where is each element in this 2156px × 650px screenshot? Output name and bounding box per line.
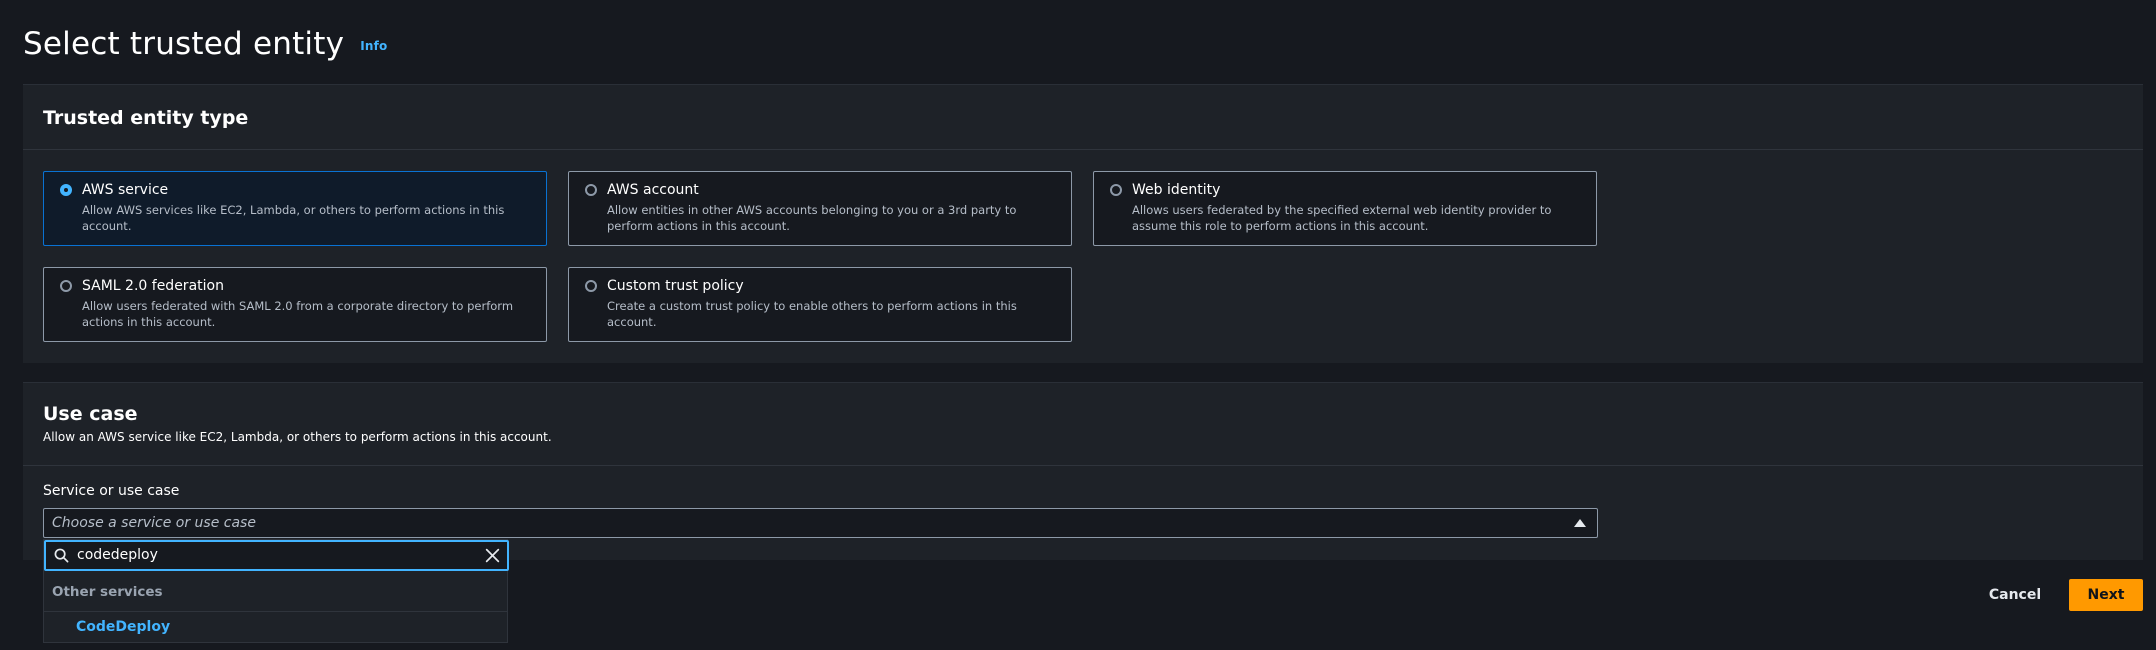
tile-description: Allow entities in other AWS accounts bel…	[607, 203, 1017, 233]
option-label: CodeDeploy	[76, 619, 171, 635]
radio-saml-federation[interactable]	[60, 280, 72, 292]
trusted-entity-panel: Trusted entity type AWS service Allow AW…	[23, 84, 2143, 363]
use-case-description: Allow an AWS service like EC2, Lambda, o…	[43, 430, 552, 444]
use-case-heading: Use case	[43, 403, 138, 425]
dropdown-option-codedeploy[interactable]: CodeDeploy	[44, 612, 507, 643]
trusted-entity-heading: Trusted entity type	[43, 107, 249, 129]
service-dropdown: codedeploy Other services CodeDeploy	[43, 539, 509, 643]
tile-description: Allow AWS services like EC2, Lambda, or …	[82, 203, 505, 233]
service-select[interactable]: Choose a service or use case	[43, 508, 1598, 538]
dropdown-group-label: Other services	[52, 584, 163, 600]
cancel-button[interactable]: Cancel	[1983, 579, 2047, 611]
tile-saml-federation[interactable]: SAML 2.0 federation Allow users federate…	[43, 267, 547, 342]
page-title: Select trusted entity Info	[23, 26, 387, 62]
tile-description: Create a custom trust policy to enable o…	[607, 299, 1017, 329]
tile-title: Web identity	[1132, 182, 1221, 198]
radio-web-identity[interactable]	[1110, 184, 1122, 196]
tile-description: Allow users federated with SAML 2.0 from…	[82, 299, 514, 329]
search-value: codedeploy	[77, 547, 158, 563]
search-icon	[54, 548, 69, 563]
info-link[interactable]: Info	[360, 39, 387, 53]
page-title-text: Select trusted entity	[23, 26, 345, 62]
radio-custom-trust-policy[interactable]	[585, 280, 597, 292]
tile-aws-service[interactable]: AWS service Allow AWS services like EC2,…	[43, 171, 547, 246]
radio-aws-service[interactable]	[60, 184, 72, 196]
service-field-label: Service or use case	[43, 483, 180, 499]
tile-title: Custom trust policy	[607, 278, 744, 294]
select-placeholder: Choose a service or use case	[52, 515, 256, 531]
service-search-input[interactable]: codedeploy	[44, 540, 509, 571]
panel-divider	[23, 149, 2143, 150]
tile-title: AWS service	[82, 182, 169, 198]
caret-up-icon	[1574, 519, 1586, 527]
tile-description: Allows users federated by the specified …	[1132, 203, 1552, 233]
tile-web-identity[interactable]: Web identity Allows users federated by t…	[1093, 171, 1597, 246]
radio-aws-account[interactable]	[585, 184, 597, 196]
tile-custom-trust-policy[interactable]: Custom trust policy Create a custom trus…	[568, 267, 1072, 342]
tile-title: AWS account	[607, 182, 699, 198]
next-button[interactable]: Next	[2069, 579, 2143, 611]
tile-title: SAML 2.0 federation	[82, 278, 224, 294]
tile-aws-account[interactable]: AWS account Allow entities in other AWS …	[568, 171, 1072, 246]
panel-divider	[23, 465, 2143, 466]
close-icon[interactable]	[484, 547, 501, 564]
